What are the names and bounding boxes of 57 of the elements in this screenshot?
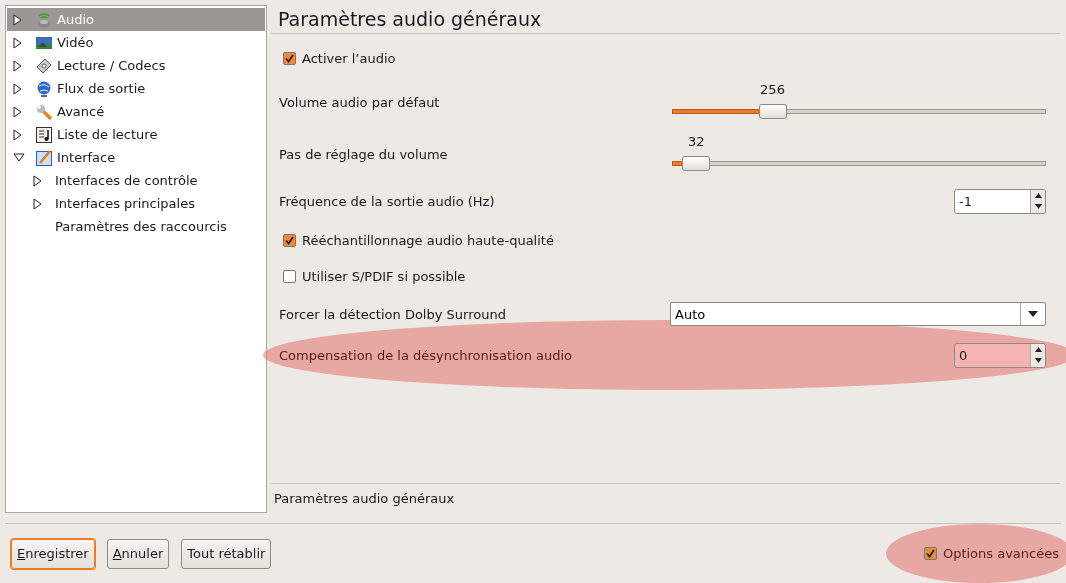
slider-value: 256 [760,81,785,97]
expander-arrow-icon[interactable] [13,13,22,26]
tree-item[interactable]: Paramètres des raccourcis [7,215,265,238]
spin-box[interactable]: -1 [954,188,1046,214]
setting-label: Pas de réglage du volume [279,146,449,162]
dialog-button[interactable]: Annuler [106,538,170,569]
expander-arrow-icon[interactable] [13,36,22,49]
globe-icon [35,79,53,98]
spin-field[interactable]: 0 [955,343,1030,367]
setting-label: Volume audio par défaut [279,94,441,110]
dialog-button[interactable]: Enregistrer [11,538,95,569]
tree-item[interactable]: Interfaces principales [7,192,265,215]
advanced-options-label: Options avancées [942,546,1059,561]
speaker-icon [35,10,53,29]
setting-label: Compensation de la désynchronisation audio [279,347,574,363]
dropdown[interactable]: Auto [670,302,1046,326]
setting-label: Fréquence de la sortie audio (Hz) [279,193,496,209]
spin-box[interactable]: 0 [954,342,1046,368]
slider[interactable] [672,103,1046,119]
expander-arrow-icon[interactable] [13,82,22,95]
checkbox[interactable] [283,233,296,247]
spin-up-icon[interactable] [1031,189,1045,201]
expander-arrow-icon[interactable] [13,128,22,141]
checkbox[interactable] [923,547,937,560]
spin-down-icon[interactable] [1031,201,1045,213]
spin-field[interactable]: -1 [955,189,1030,213]
wrench-icon [35,102,53,121]
checkbox[interactable] [283,269,296,283]
tree-item[interactable]: Interface [7,146,265,169]
slider-thumb[interactable] [758,103,787,119]
panel-description: Paramètres audio généraux [271,483,1060,513]
tree-item[interactable]: Interfaces de contrôle [7,169,265,192]
setting-label: Utiliser S/PDIF si possible [302,268,466,284]
setting-label: Forcer la détection Dolby Surround [279,306,507,322]
tree-item[interactable]: Flux de sortie [7,77,265,100]
expander-arrow-icon[interactable] [13,59,22,72]
tree-item[interactable]: Liste de lecture [7,123,265,146]
expander-arrow-icon[interactable] [13,152,25,163]
checkbox[interactable] [283,51,296,65]
slider-thumb[interactable] [682,155,711,171]
playlist-icon [35,125,53,144]
slider-value: 32 [688,133,705,149]
window-pen-icon [35,148,53,167]
setting-label: Activer l’audio [302,50,396,66]
setting-label: Rééchantillonnage audio haute-qualité [302,232,554,248]
expander-arrow-icon[interactable] [33,174,42,187]
spin-up-icon[interactable] [1031,343,1045,355]
spin-down-icon[interactable] [1031,355,1045,367]
expander-arrow-icon[interactable] [33,197,42,210]
panel-title: Paramètres audio généraux [271,5,1060,34]
tree-item[interactable]: Avancé [7,100,265,123]
tree-item[interactable]: Vidéo [7,31,265,54]
expander-arrow-icon[interactable] [13,105,22,118]
tree-item[interactable]: Lecture / Codecs [7,54,265,77]
dialog-button[interactable]: Tout rétablir [181,538,272,569]
caret-icon [1028,311,1038,317]
slider[interactable] [672,155,1046,171]
